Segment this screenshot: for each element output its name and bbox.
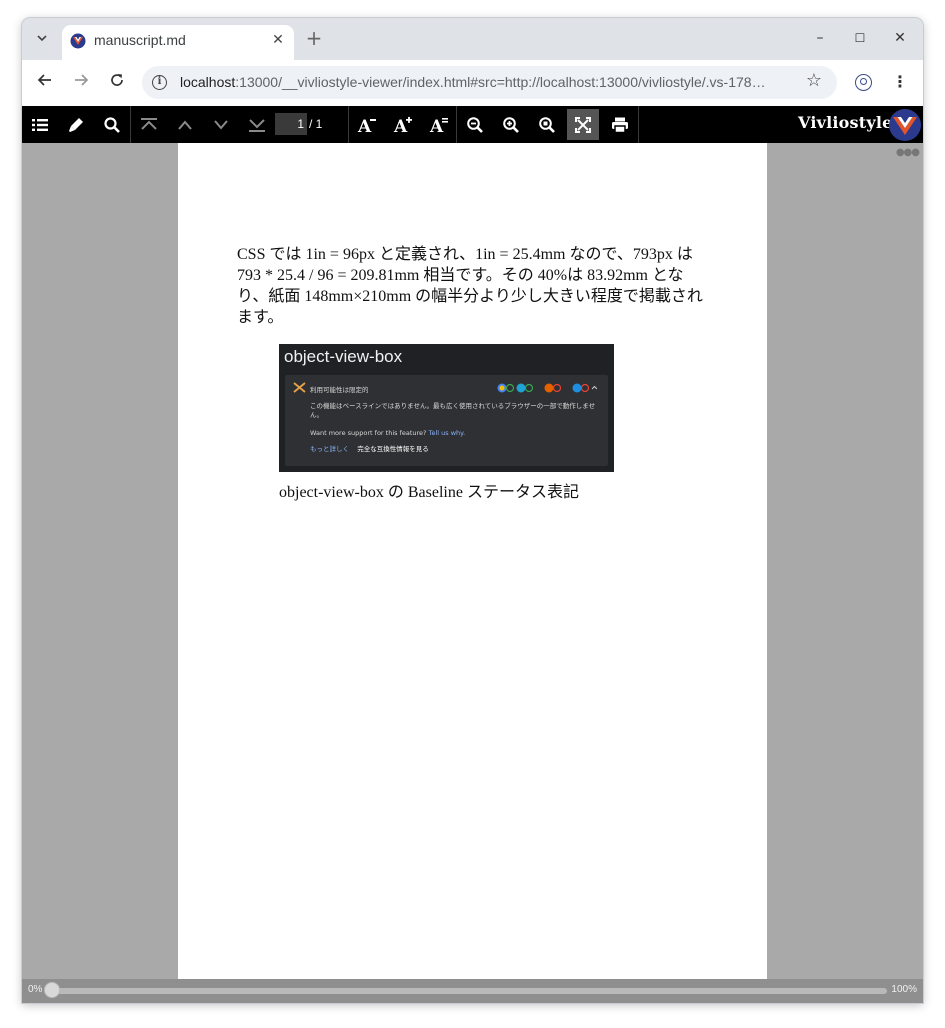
baseline-panel: 利用可能性は限定的 この機能はベースラインではありません。最も広く使用されている…: [285, 375, 608, 466]
zoom-in-icon[interactable]: [493, 106, 529, 143]
page-number-input[interactable]: 1: [275, 113, 307, 135]
marker-icon[interactable]: [58, 106, 94, 143]
progress-bar: 0% 100%: [22, 979, 923, 1003]
first-page-icon[interactable]: [131, 106, 167, 143]
baseline-description: この機能はベースラインではありません。最も広く使用されているブラウザーの一部で動…: [310, 402, 596, 419]
figure-screenshot: object-view-box 利用可能性は限定的 この機能はベースラインではあ…: [279, 344, 614, 472]
limited-availability-label: 利用可能性は限定的: [310, 386, 369, 394]
more-options-icon[interactable]: ●●●: [896, 147, 920, 158]
progress-thumb[interactable]: [44, 982, 60, 998]
progress-track[interactable]: [49, 988, 887, 994]
url-text[interactable]: localhost:13000/__vivliostyle-viewer/ind…: [180, 74, 790, 90]
toolbar-separator: [638, 106, 639, 143]
full-compat-link: 完全な互換性情報を見る: [357, 445, 429, 453]
page-total: / 1: [309, 117, 323, 131]
last-page-icon[interactable]: [239, 106, 275, 143]
menu-icon[interactable]: ⋮: [892, 72, 908, 92]
reload-icon[interactable]: [105, 72, 129, 94]
profile-icon[interactable]: [855, 74, 872, 91]
address-bar[interactable]: i localhost:13000/__vivliostyle-viewer/i…: [142, 66, 837, 99]
next-page-icon[interactable]: [203, 106, 239, 143]
print-icon[interactable]: [602, 106, 638, 143]
support-prompt-row: Want more support for this feature? Tell…: [310, 429, 602, 438]
url-path: :13000/__vivliostyle-viewer/index.html#s…: [235, 74, 766, 90]
browser-toolbar: i localhost:13000/__vivliostyle-viewer/i…: [22, 60, 923, 106]
support-prompt: Want more support for this feature?: [310, 429, 427, 437]
search-icon[interactable]: [94, 106, 130, 143]
browser-support-icon: [497, 383, 597, 393]
document-page: CSS では 1in = 96px と定義され、1in = 25.4mm なので…: [178, 143, 767, 979]
maximize-icon[interactable]: ☐: [850, 28, 870, 48]
font-larger-icon[interactable]: A: [385, 106, 421, 143]
new-tab-icon[interactable]: +: [304, 28, 324, 48]
back-icon[interactable]: [33, 72, 57, 94]
forward-icon[interactable]: [69, 72, 93, 94]
browser-window: manuscript.md ✕ + – ☐ ✕ i localhost:1300…: [22, 18, 923, 1003]
viewer-toolbar: 1 / 1 A A A Vivliostyle: [22, 106, 923, 143]
minimize-icon[interactable]: –: [810, 28, 830, 48]
progress-start-label: 0%: [28, 984, 43, 995]
zoom-fit-icon[interactable]: [529, 106, 565, 143]
svg-text:A: A: [429, 117, 444, 135]
star-icon[interactable]: ☆: [804, 71, 824, 91]
tab-search-icon[interactable]: [32, 30, 52, 48]
vivliostyle-favicon-icon: [70, 33, 86, 49]
browser-tab[interactable]: manuscript.md ✕: [62, 25, 294, 60]
info-icon[interactable]: i: [152, 75, 167, 90]
progress-end-label: 100%: [891, 984, 917, 995]
support-link: Tell us why.: [428, 429, 466, 437]
url-host: localhost: [180, 74, 236, 90]
viewer-area: CSS では 1in = 96px と定義され、1in = 25.4mm なので…: [22, 143, 923, 979]
svg-text:A: A: [357, 117, 372, 135]
tab-title: manuscript.md: [94, 32, 186, 48]
zoom-out-icon[interactable]: [457, 106, 493, 143]
figure-caption: object-view-box の Baseline ステータス表記: [279, 484, 579, 501]
font-smaller-icon[interactable]: A: [349, 106, 385, 143]
learn-more-row: もっと詳しく 完全な互換性情報を見る: [310, 445, 602, 454]
brand-name: Vivliostyle: [798, 113, 893, 132]
limited-warning-icon: [293, 382, 306, 396]
prev-page-icon[interactable]: [167, 106, 203, 143]
font-default-icon[interactable]: A: [421, 106, 457, 143]
vivliostyle-logo-icon: [889, 109, 921, 141]
figure-image-title: object-view-box: [284, 347, 403, 366]
toc-icon[interactable]: [22, 106, 58, 143]
learn-more-link: もっと詳しく: [310, 445, 349, 453]
body-paragraph: CSS では 1in = 96px と定義され、1in = 25.4mm なので…: [237, 246, 703, 326]
svg-text:A: A: [393, 117, 408, 135]
tab-close-icon[interactable]: ✕: [270, 32, 286, 48]
tab-strip: manuscript.md ✕ + – ☐ ✕: [22, 18, 923, 60]
window-close-icon[interactable]: ✕: [890, 28, 910, 48]
fullscreen-icon[interactable]: [567, 109, 599, 140]
